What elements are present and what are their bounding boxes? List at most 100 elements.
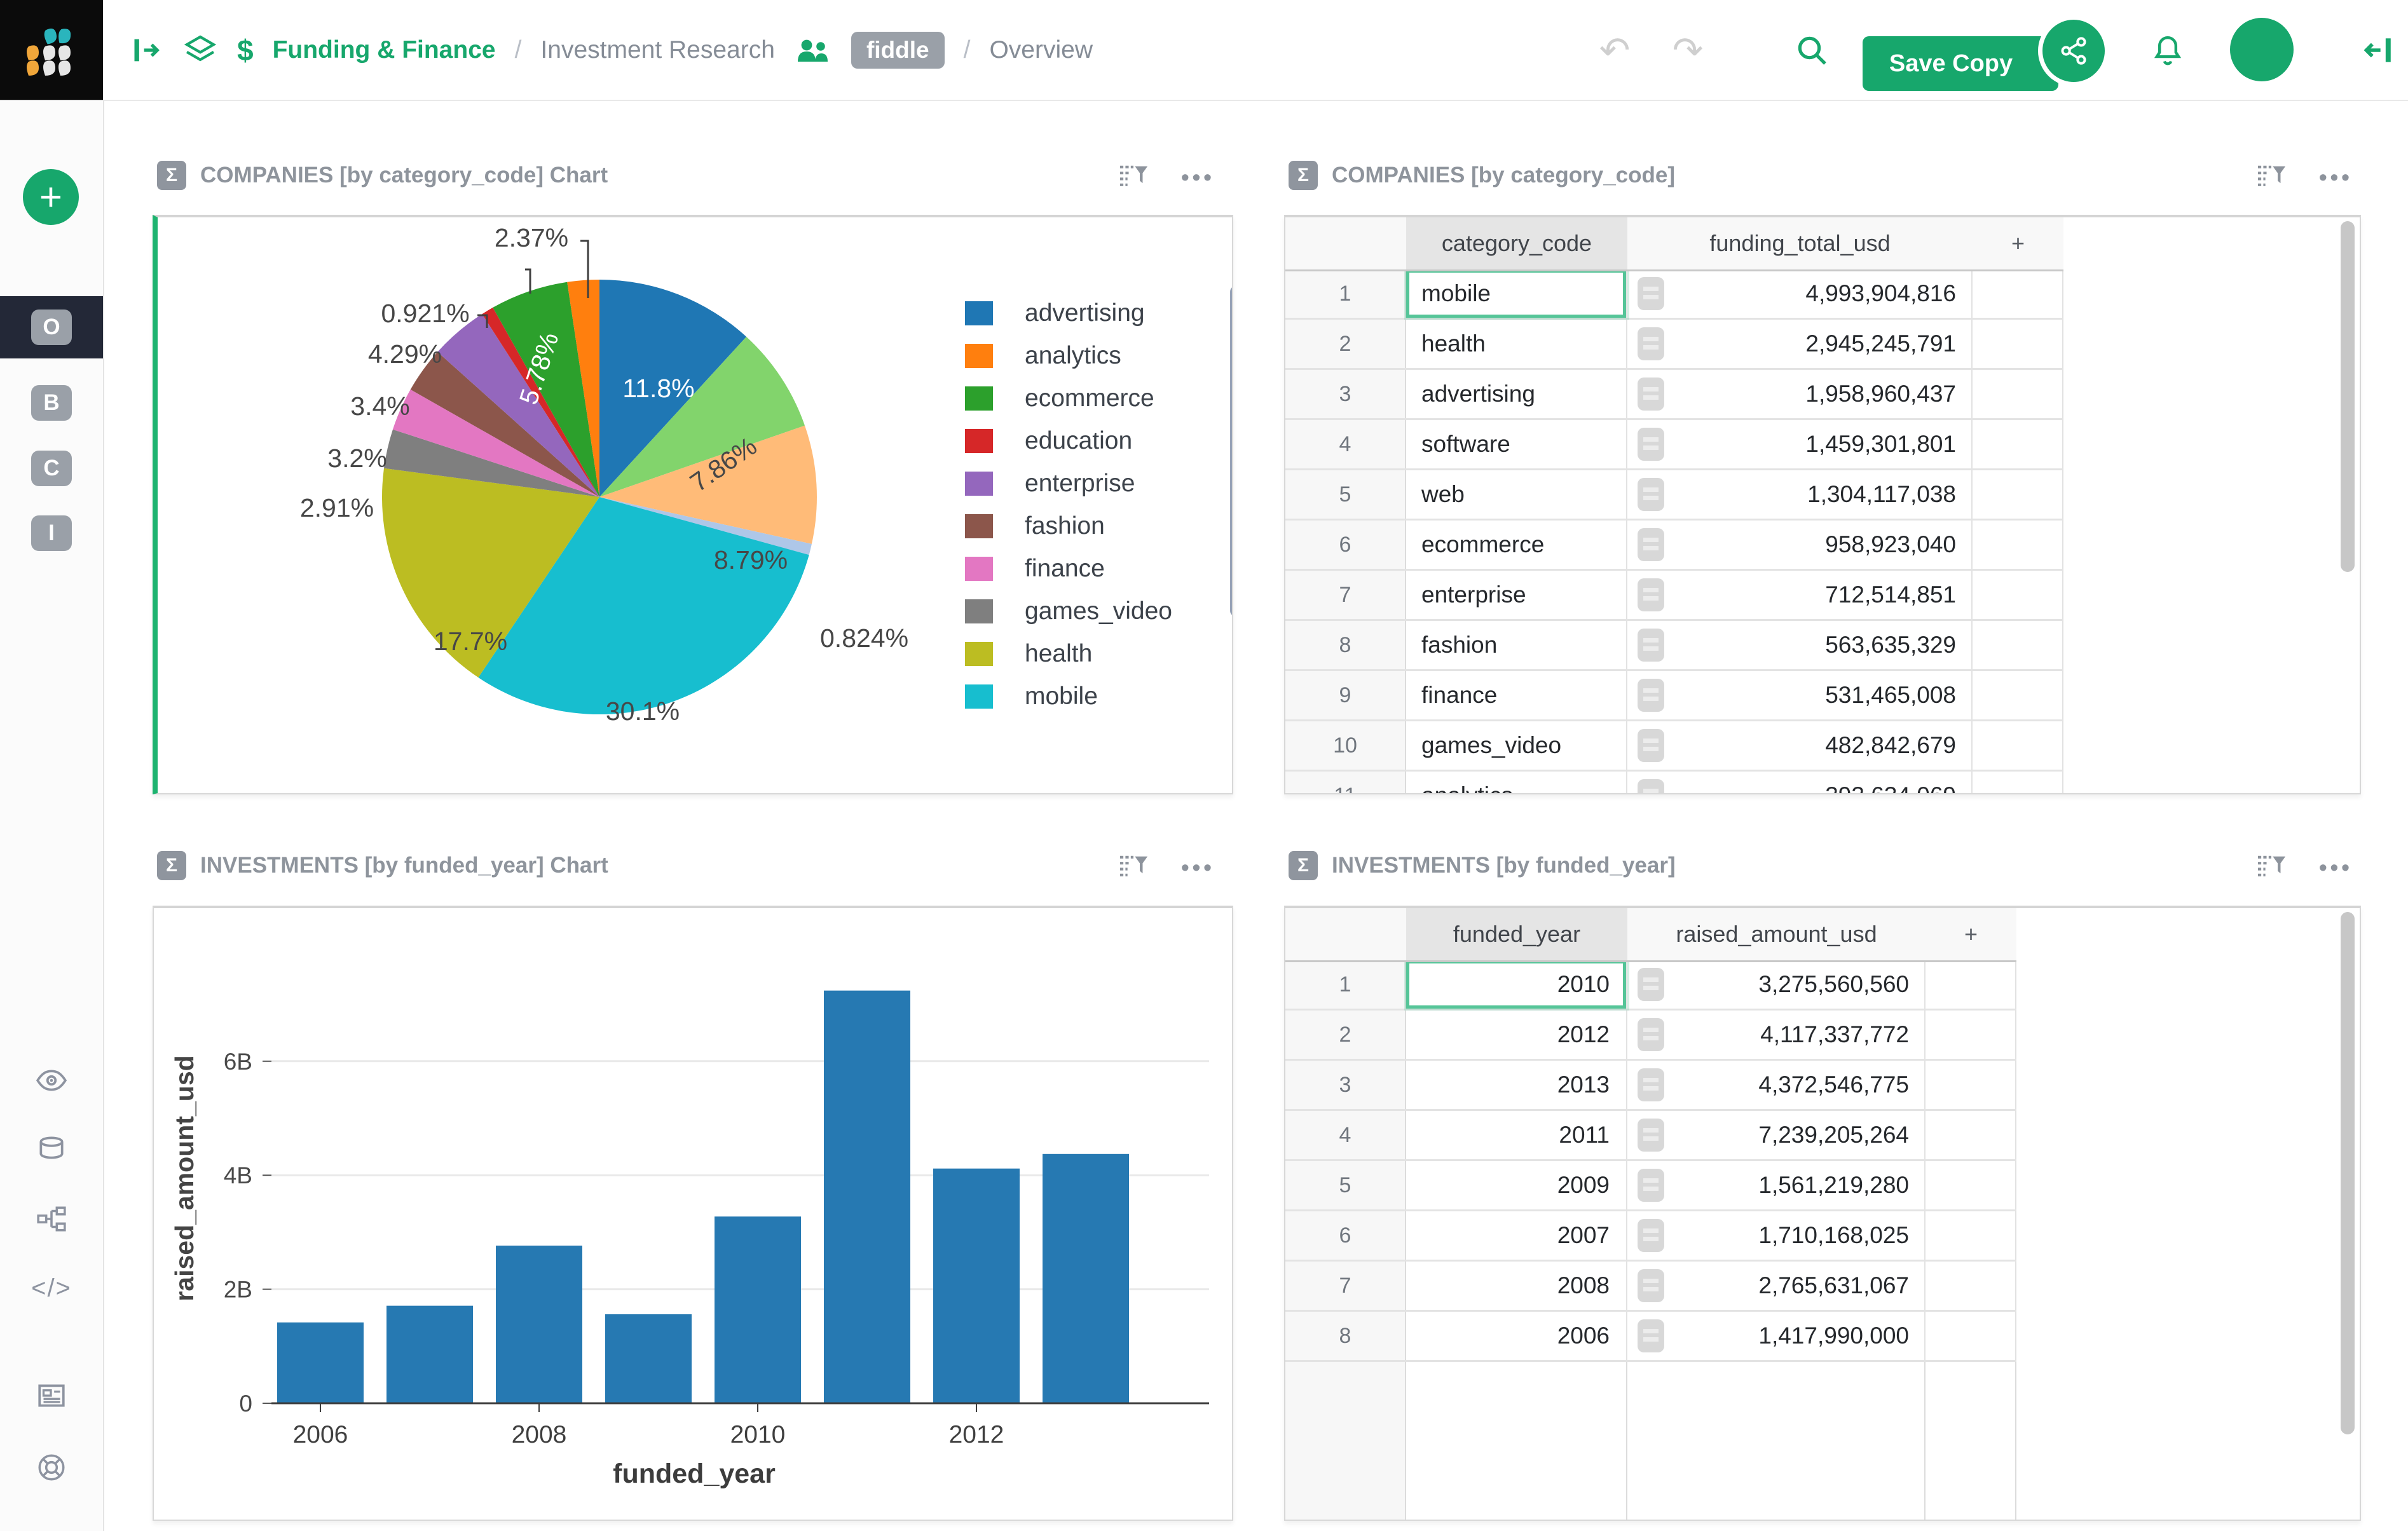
- value-cell[interactable]: 531,465,008: [1627, 671, 1973, 719]
- sidebar-item-B[interactable]: B: [0, 372, 103, 434]
- code-view-button[interactable]: </>: [0, 1272, 103, 1305]
- category-cell[interactable]: mobile: [1406, 269, 1627, 318]
- companies-chart-menu[interactable]: •••: [1181, 164, 1215, 191]
- row-number-cell[interactable]: 5: [1285, 470, 1406, 519]
- legend-item-mobile[interactable]: mobile: [965, 683, 1172, 710]
- category-cell[interactable]: health: [1406, 320, 1627, 368]
- empty-cell[interactable]: [1973, 320, 2063, 368]
- row-number-cell[interactable]: 11: [1285, 772, 1406, 793]
- expand-sidebar-icon[interactable]: [130, 34, 163, 67]
- row-number-cell[interactable]: 8: [1285, 1312, 1406, 1360]
- fiddle-badge[interactable]: fiddle: [851, 32, 945, 69]
- value-cell[interactable]: 4,117,337,772: [1627, 1010, 1926, 1059]
- column-header-funding-total-usd[interactable]: funding_total_usd: [1627, 217, 1973, 269]
- row-number-cell[interactable]: 2: [1285, 1010, 1406, 1059]
- value-cell[interactable]: 7,239,205,264: [1627, 1111, 1926, 1159]
- investments-table-card[interactable]: funded_year raised_amount_usd + 120103,2…: [1284, 906, 2361, 1521]
- number-format-icon[interactable]: [1638, 1319, 1664, 1352]
- value-cell[interactable]: 4,372,546,775: [1627, 1061, 1926, 1109]
- column-header-category-code[interactable]: category_code: [1406, 217, 1627, 269]
- empty-cell[interactable]: [1973, 470, 2063, 519]
- bar-2009[interactable]: [605, 1314, 692, 1403]
- dollar-icon[interactable]: $: [237, 33, 254, 67]
- value-cell[interactable]: 393,634,069: [1627, 772, 1973, 793]
- layers-icon[interactable]: [182, 32, 218, 68]
- year-cell[interactable]: 2010: [1406, 960, 1627, 1009]
- empty-cell[interactable]: [1926, 1312, 2016, 1360]
- notifications-button[interactable]: [2145, 0, 2190, 100]
- add-element-button[interactable]: +: [23, 169, 79, 225]
- empty-cell[interactable]: [1973, 370, 2063, 418]
- value-cell[interactable]: 1,304,117,038: [1627, 470, 1973, 519]
- sidebar-item-O[interactable]: O: [0, 296, 103, 358]
- number-format-icon[interactable]: [1638, 378, 1664, 411]
- row-number-cell[interactable]: 5: [1285, 1161, 1406, 1209]
- bar-2010[interactable]: [715, 1216, 801, 1403]
- bar-2008[interactable]: [496, 1246, 582, 1403]
- empty-cell[interactable]: [1973, 571, 2063, 619]
- companies-table-menu[interactable]: •••: [2319, 164, 2353, 191]
- category-cell[interactable]: web: [1406, 470, 1627, 519]
- number-format-icon[interactable]: [1638, 1068, 1664, 1101]
- collapse-panel-button[interactable]: [2355, 0, 2400, 100]
- row-number-cell[interactable]: 10: [1285, 721, 1406, 770]
- companies-table-title[interactable]: COMPANIES [by category_code]: [1332, 163, 1675, 188]
- companies-chart-card[interactable]: 11.8%7.86%8.79%0.824%30.1%17.7%2.91%3.2%…: [153, 215, 1233, 794]
- add-column-button[interactable]: +: [1973, 217, 2063, 269]
- dependencies-button[interactable]: [0, 1202, 103, 1235]
- legend-item-ecommerce[interactable]: ecommerce: [965, 385, 1172, 412]
- value-cell[interactable]: 712,514,851: [1627, 571, 1973, 619]
- year-cell[interactable]: 2009: [1406, 1161, 1627, 1209]
- row-number-cell[interactable]: 6: [1285, 521, 1406, 569]
- row-number-cell[interactable]: 7: [1285, 571, 1406, 619]
- bar-2012[interactable]: [933, 1169, 1020, 1403]
- number-format-icon[interactable]: [1638, 729, 1664, 762]
- number-format-icon[interactable]: [1638, 1018, 1664, 1051]
- category-cell[interactable]: finance: [1406, 671, 1627, 719]
- data-sources-button[interactable]: [0, 1132, 103, 1165]
- row-number-cell[interactable]: 2: [1285, 320, 1406, 368]
- value-cell[interactable]: 1,459,301,801: [1627, 420, 1973, 468]
- visibility-button[interactable]: [0, 1064, 103, 1097]
- value-cell[interactable]: 563,635,329: [1627, 621, 1973, 669]
- number-format-icon[interactable]: [1638, 327, 1664, 360]
- app-logo[interactable]: [0, 0, 103, 100]
- search-button[interactable]: [1789, 0, 1834, 100]
- empty-cell[interactable]: [1926, 1161, 2016, 1209]
- number-format-icon[interactable]: [1638, 1269, 1664, 1302]
- value-cell[interactable]: 3,275,560,560: [1627, 960, 1926, 1009]
- category-cell[interactable]: games_video: [1406, 721, 1627, 770]
- row-number-cell[interactable]: 4: [1285, 1111, 1406, 1159]
- empty-cell[interactable]: [1926, 1010, 2016, 1059]
- year-cell[interactable]: 2007: [1406, 1211, 1627, 1260]
- category-cell[interactable]: analytics: [1406, 772, 1627, 793]
- legend-item-finance[interactable]: finance: [965, 555, 1172, 582]
- empty-cell[interactable]: [1926, 1211, 2016, 1260]
- column-header-raised-amount-usd[interactable]: raised_amount_usd: [1627, 908, 1926, 960]
- value-cell[interactable]: 958,923,040: [1627, 521, 1973, 569]
- value-cell[interactable]: 1,417,990,000: [1627, 1312, 1926, 1360]
- value-cell[interactable]: 2,765,631,067: [1627, 1262, 1926, 1310]
- number-format-icon[interactable]: [1638, 578, 1664, 611]
- number-format-icon[interactable]: [1638, 1219, 1664, 1252]
- value-cell[interactable]: 1,958,960,437: [1627, 370, 1973, 418]
- year-cell[interactable]: 2011: [1406, 1111, 1627, 1159]
- breadcrumb-workspace[interactable]: Funding & Finance: [273, 36, 496, 64]
- legend-item-games_video[interactable]: games_video: [965, 598, 1172, 625]
- value-cell[interactable]: 4,993,904,816: [1627, 269, 1973, 318]
- empty-cell[interactable]: [1973, 772, 2063, 793]
- value-cell[interactable]: 2,945,245,791: [1627, 320, 1973, 368]
- add-column-button[interactable]: +: [1926, 908, 2016, 960]
- number-format-icon[interactable]: [1638, 629, 1664, 662]
- category-cell[interactable]: enterprise: [1406, 571, 1627, 619]
- row-number-cell[interactable]: 1: [1285, 269, 1406, 318]
- empty-cell[interactable]: [1926, 1111, 2016, 1159]
- filter-sort-icon[interactable]: [1116, 159, 1151, 194]
- investments-table-scrollbar[interactable]: [2341, 912, 2355, 1434]
- filter-sort-icon[interactable]: [1116, 849, 1151, 885]
- legend-scrollbar[interactable]: [1230, 286, 1233, 616]
- empty-cell[interactable]: [1973, 671, 2063, 719]
- category-cell[interactable]: software: [1406, 420, 1627, 468]
- sidebar-item-C[interactable]: C: [0, 437, 103, 500]
- investments-chart-card[interactable]: 02B4B6B2006200820102012funded_yearraised…: [153, 906, 1233, 1521]
